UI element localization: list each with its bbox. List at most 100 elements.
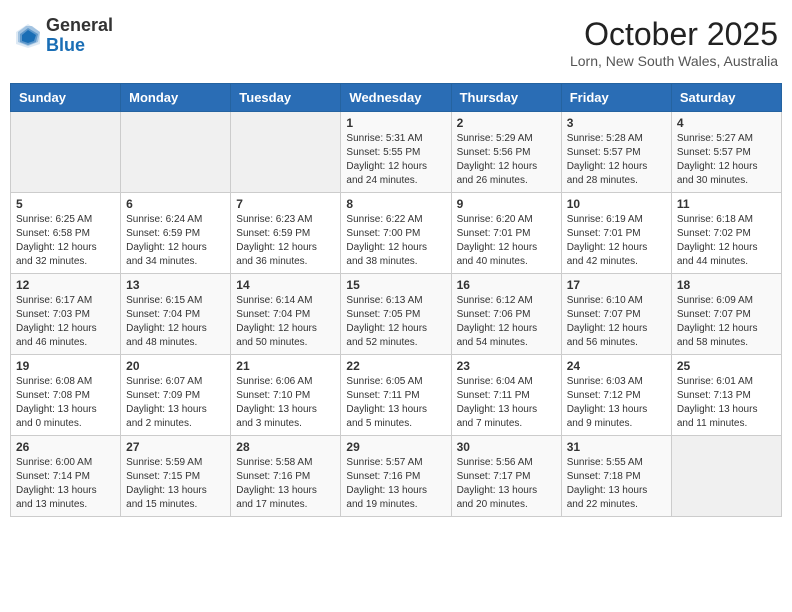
weekday-header: Saturday xyxy=(671,84,781,112)
cell-content: Sunrise: 6:22 AM Sunset: 7:00 PM Dayligh… xyxy=(346,213,445,269)
calendar-cell: 14 Sunrise: 6:14 AM Sunset: 7:04 PM Dayli… xyxy=(231,274,341,355)
calendar-cell: 23 Sunrise: 6:04 AM Sunset: 7:11 PM Dayli… xyxy=(451,355,561,436)
calendar-cell xyxy=(121,112,231,193)
calendar-week-row: 12 Sunrise: 6:17 AM Sunset: 7:03 PM Dayli… xyxy=(11,274,782,355)
day-number: 11 xyxy=(677,197,776,211)
calendar-cell: 12 Sunrise: 6:17 AM Sunset: 7:03 PM Dayli… xyxy=(11,274,121,355)
calendar-cell: 24 Sunrise: 6:03 AM Sunset: 7:12 PM Dayli… xyxy=(561,355,671,436)
day-number: 24 xyxy=(567,359,666,373)
calendar-week-row: 19 Sunrise: 6:08 AM Sunset: 7:08 PM Dayli… xyxy=(11,355,782,436)
calendar-cell: 6Sunrise: 6:24 AM Sunset: 6:59 PM Daylig… xyxy=(121,193,231,274)
day-number: 18 xyxy=(677,278,776,292)
day-number: 1 xyxy=(346,116,445,130)
day-number: 26 xyxy=(16,440,115,454)
day-number: 2 xyxy=(457,116,556,130)
calendar-cell xyxy=(11,112,121,193)
cell-content: Sunrise: 6:08 AM Sunset: 7:08 PM Dayligh… xyxy=(16,375,115,431)
cell-content: Sunrise: 5:56 AM Sunset: 7:17 PM Dayligh… xyxy=(457,456,556,512)
calendar-week-row: 1 Sunrise: 5:31 AM Sunset: 5:55 PM Daylig… xyxy=(11,112,782,193)
calendar-cell: 31 Sunrise: 5:55 AM Sunset: 7:18 PM Dayli… xyxy=(561,436,671,517)
day-number: 9 xyxy=(457,197,556,211)
calendar-cell: 16Sunrise: 6:12 AM Sunset: 7:06 PM Dayli… xyxy=(451,274,561,355)
cell-content: Sunrise: 6:14 AM Sunset: 7:04 PM Dayligh… xyxy=(236,294,335,350)
day-number: 7 xyxy=(236,197,335,211)
weekday-header: Wednesday xyxy=(341,84,451,112)
cell-content: Sunrise: 6:17 AM Sunset: 7:03 PM Dayligh… xyxy=(16,294,115,350)
weekday-header: Sunday xyxy=(11,84,121,112)
cell-content: Sunrise: 5:28 AM Sunset: 5:57 PM Dayligh… xyxy=(567,132,666,188)
cell-content: Sunrise: 6:01 AM Sunset: 7:13 PM Dayligh… xyxy=(677,375,776,431)
day-number: 22 xyxy=(346,359,445,373)
day-number: 5 xyxy=(16,197,115,211)
day-number: 4 xyxy=(677,116,776,130)
calendar-cell: 10 Sunrise: 6:19 AM Sunset: 7:01 PM Dayli… xyxy=(561,193,671,274)
calendar-week-row: 5 Sunrise: 6:25 AM Sunset: 6:58 PM Daylig… xyxy=(11,193,782,274)
cell-content: Sunrise: 5:59 AM Sunset: 7:15 PM Dayligh… xyxy=(126,456,225,512)
weekday-header: Monday xyxy=(121,84,231,112)
cell-content: Sunrise: 6:20 AM Sunset: 7:01 PM Dayligh… xyxy=(457,213,556,269)
cell-content: Sunrise: 6:19 AM Sunset: 7:01 PM Dayligh… xyxy=(567,213,666,269)
calendar-cell: 21 Sunrise: 6:06 AM Sunset: 7:10 PM Dayli… xyxy=(231,355,341,436)
calendar-cell: 3 Sunrise: 5:28 AM Sunset: 5:57 PM Daylig… xyxy=(561,112,671,193)
calendar-cell: 1 Sunrise: 5:31 AM Sunset: 5:55 PM Daylig… xyxy=(341,112,451,193)
day-number: 23 xyxy=(457,359,556,373)
calendar-cell: 8 Sunrise: 6:22 AM Sunset: 7:00 PM Daylig… xyxy=(341,193,451,274)
cell-content: Sunrise: 6:05 AM Sunset: 7:11 PM Dayligh… xyxy=(346,375,445,431)
day-number: 30 xyxy=(457,440,556,454)
day-number: 25 xyxy=(677,359,776,373)
month-title: October 2025 xyxy=(570,16,778,53)
calendar-cell: 5 Sunrise: 6:25 AM Sunset: 6:58 PM Daylig… xyxy=(11,193,121,274)
cell-content: Sunrise: 5:31 AM Sunset: 5:55 PM Dayligh… xyxy=(346,132,445,188)
cell-content: Sunrise: 5:55 AM Sunset: 7:18 PM Dayligh… xyxy=(567,456,666,512)
calendar-cell: 11 Sunrise: 6:18 AM Sunset: 7:02 PM Dayli… xyxy=(671,193,781,274)
calendar-cell: 25 Sunrise: 6:01 AM Sunset: 7:13 PM Dayli… xyxy=(671,355,781,436)
day-number: 27 xyxy=(126,440,225,454)
cell-content: Sunrise: 6:25 AM Sunset: 6:58 PM Dayligh… xyxy=(16,213,115,269)
cell-content: Sunrise: 6:04 AM Sunset: 7:11 PM Dayligh… xyxy=(457,375,556,431)
calendar-cell: 29 Sunrise: 5:57 AM Sunset: 7:16 PM Dayli… xyxy=(341,436,451,517)
calendar-cell xyxy=(231,112,341,193)
title-block: October 2025 Lorn, New South Wales, Aust… xyxy=(570,16,778,69)
calendar-cell: 4 Sunrise: 5:27 AM Sunset: 5:57 PM Daylig… xyxy=(671,112,781,193)
cell-content: Sunrise: 6:03 AM Sunset: 7:12 PM Dayligh… xyxy=(567,375,666,431)
day-number: 3 xyxy=(567,116,666,130)
weekday-header-row: SundayMondayTuesdayWednesdayThursdayFrid… xyxy=(11,84,782,112)
cell-content: Sunrise: 6:18 AM Sunset: 7:02 PM Dayligh… xyxy=(677,213,776,269)
calendar-cell: 27 Sunrise: 5:59 AM Sunset: 7:15 PM Dayli… xyxy=(121,436,231,517)
calendar-cell: 2Sunrise: 5:29 AM Sunset: 5:56 PM Daylig… xyxy=(451,112,561,193)
calendar-cell: 20Sunrise: 6:07 AM Sunset: 7:09 PM Dayli… xyxy=(121,355,231,436)
calendar-cell: 19 Sunrise: 6:08 AM Sunset: 7:08 PM Dayli… xyxy=(11,355,121,436)
cell-content: Sunrise: 5:58 AM Sunset: 7:16 PM Dayligh… xyxy=(236,456,335,512)
cell-content: Sunrise: 6:06 AM Sunset: 7:10 PM Dayligh… xyxy=(236,375,335,431)
day-number: 19 xyxy=(16,359,115,373)
cell-content: Sunrise: 6:23 AM Sunset: 6:59 PM Dayligh… xyxy=(236,213,335,269)
weekday-header: Tuesday xyxy=(231,84,341,112)
day-number: 17 xyxy=(567,278,666,292)
day-number: 15 xyxy=(346,278,445,292)
cell-content: Sunrise: 5:57 AM Sunset: 7:16 PM Dayligh… xyxy=(346,456,445,512)
calendar-cell: 22 Sunrise: 6:05 AM Sunset: 7:11 PM Dayli… xyxy=(341,355,451,436)
cell-content: Sunrise: 6:24 AM Sunset: 6:59 PM Dayligh… xyxy=(126,213,225,269)
day-number: 12 xyxy=(16,278,115,292)
calendar-cell: 17Sunrise: 6:10 AM Sunset: 7:07 PM Dayli… xyxy=(561,274,671,355)
calendar-cell: 13 Sunrise: 6:15 AM Sunset: 7:04 PM Dayli… xyxy=(121,274,231,355)
cell-content: Sunrise: 6:15 AM Sunset: 7:04 PM Dayligh… xyxy=(126,294,225,350)
calendar-cell: 30 Sunrise: 5:56 AM Sunset: 7:17 PM Dayli… xyxy=(451,436,561,517)
calendar: SundayMondayTuesdayWednesdayThursdayFrid… xyxy=(10,83,782,517)
calendar-cell: 9 Sunrise: 6:20 AM Sunset: 7:01 PM Daylig… xyxy=(451,193,561,274)
day-number: 8 xyxy=(346,197,445,211)
cell-content: Sunrise: 6:00 AM Sunset: 7:14 PM Dayligh… xyxy=(16,456,115,512)
day-number: 21 xyxy=(236,359,335,373)
logo-icon xyxy=(14,22,42,50)
day-number: 14 xyxy=(236,278,335,292)
day-number: 20 xyxy=(126,359,225,373)
cell-content: Sunrise: 5:27 AM Sunset: 5:57 PM Dayligh… xyxy=(677,132,776,188)
cell-content: Sunrise: 6:12 AM Sunset: 7:06 PM Dayligh… xyxy=(457,294,556,350)
day-number: 29 xyxy=(346,440,445,454)
logo-blue-text: Blue xyxy=(46,36,113,56)
weekday-header: Friday xyxy=(561,84,671,112)
day-number: 10 xyxy=(567,197,666,211)
location: Lorn, New South Wales, Australia xyxy=(570,53,778,69)
day-number: 13 xyxy=(126,278,225,292)
day-number: 31 xyxy=(567,440,666,454)
